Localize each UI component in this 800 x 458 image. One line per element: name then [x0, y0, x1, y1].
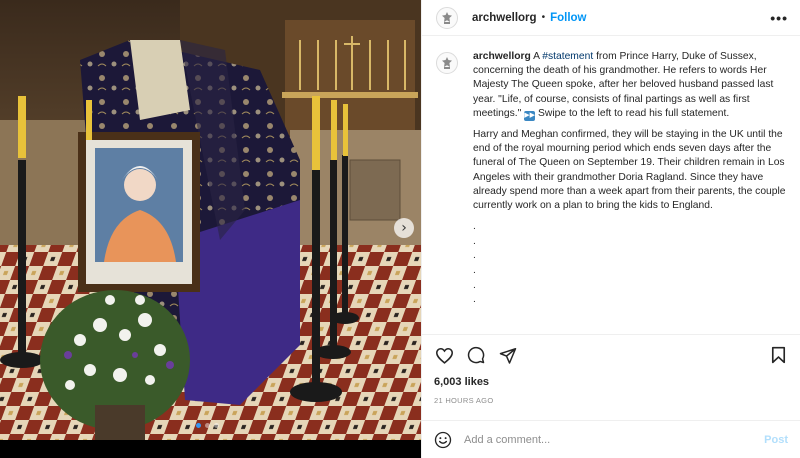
separator-dot: •	[541, 12, 546, 23]
carousel-dot	[205, 423, 210, 428]
smile-icon	[434, 431, 452, 448]
caption-row: archwellorg A #statement from Prince Har…	[436, 44, 786, 308]
carousel-dot	[196, 423, 201, 428]
emoji-picker-button[interactable]	[434, 430, 454, 450]
fast-forward-emoji-icon: ▶▶	[524, 110, 536, 121]
chevron-right-icon: ›	[401, 220, 407, 236]
follow-button[interactable]: Follow	[550, 12, 586, 24]
caption-paragraph: Harry and Meghan confirmed, they will be…	[473, 129, 786, 212]
bookmark-icon	[771, 346, 785, 364]
caption-dot: .	[473, 279, 476, 291]
post-caption: archwellorg A #statement from Prince Har…	[473, 44, 786, 308]
caption-dot: .	[473, 265, 476, 277]
add-comment-bar: Post	[422, 420, 800, 458]
post-comment-button[interactable]: Post	[764, 434, 788, 446]
caption-paragraph: archwellorg A #statement from Prince Har…	[473, 50, 786, 121]
comment-icon	[467, 346, 485, 364]
likes-count[interactable]: 6,003 likes	[434, 376, 788, 388]
caption-dots: . . . . . .	[473, 220, 786, 308]
carousel-dot	[214, 423, 219, 428]
post-media[interactable]: ›	[0, 0, 421, 458]
crest-logo-icon	[442, 11, 452, 24]
hashtag-link[interactable]: #statement	[542, 51, 593, 62]
share-icon	[499, 347, 517, 364]
like-button[interactable]	[434, 345, 454, 365]
post-details-panel: archwellorg • Follow ••• archwellorg A #…	[421, 0, 800, 458]
more-options-icon[interactable]: •••	[770, 10, 788, 26]
comment-input[interactable]	[464, 433, 765, 446]
caption-dot: .	[473, 294, 476, 306]
caption-dot: .	[473, 235, 476, 247]
share-button[interactable]	[498, 345, 518, 365]
save-button[interactable]	[768, 345, 788, 365]
caption-text: Swipe to the left to read his full state…	[535, 107, 730, 119]
post-header: archwellorg • Follow •••	[422, 0, 800, 36]
avatar[interactable]	[436, 52, 458, 74]
comment-button[interactable]	[466, 345, 486, 365]
post-username[interactable]: archwellorg	[472, 12, 537, 24]
post-actions-area: 6,003 likes 21 HOURS AGO	[422, 334, 800, 405]
carousel-next-button[interactable]: ›	[394, 218, 414, 238]
heart-icon	[435, 347, 453, 364]
crest-logo-icon	[442, 57, 452, 69]
post-photo	[0, 0, 421, 440]
caption-username[interactable]: archwellorg	[473, 51, 531, 62]
caption-dot: .	[473, 221, 476, 233]
action-bar	[434, 335, 788, 375]
caption-text: A	[530, 51, 543, 62]
caption-dot: .	[473, 250, 476, 262]
comments-section[interactable]: archwellorg A #statement from Prince Har…	[422, 44, 800, 334]
avatar[interactable]	[436, 6, 458, 29]
carousel-indicator	[196, 423, 219, 428]
post-timestamp[interactable]: 21 HOURS AGO	[434, 396, 788, 405]
